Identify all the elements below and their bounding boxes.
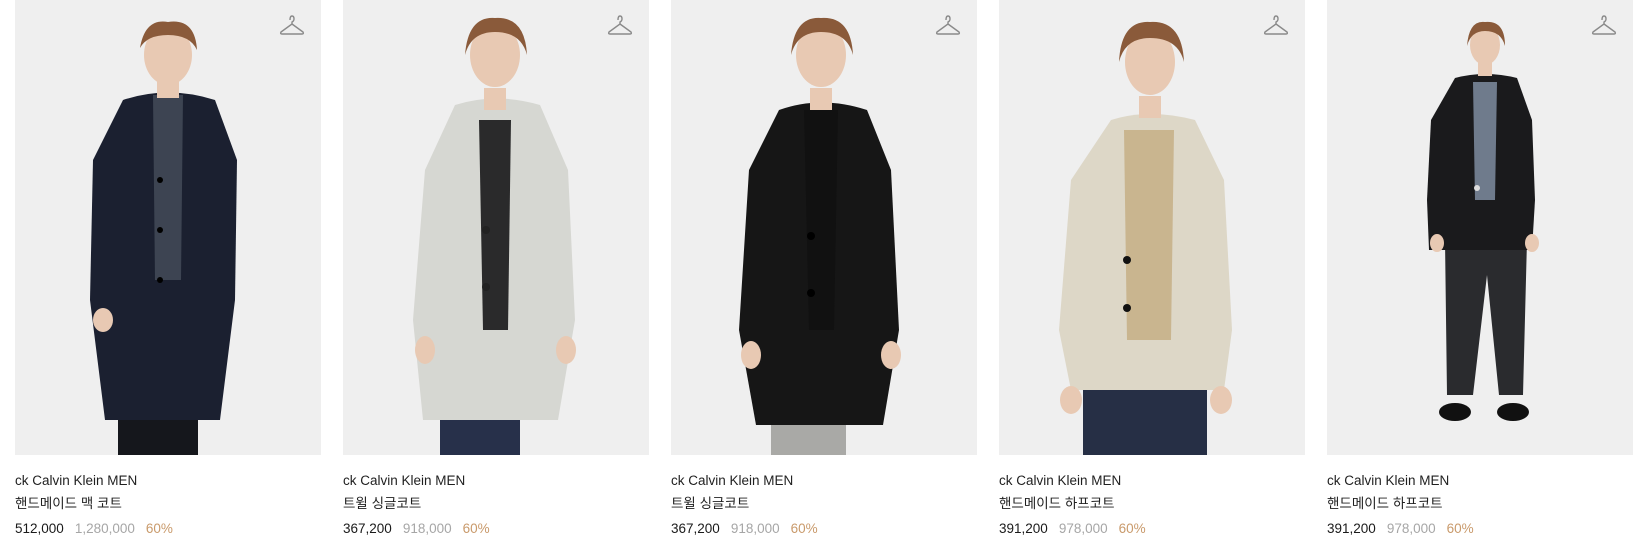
product-brand[interactable]: ck Calvin Klein MEN <box>999 473 1305 489</box>
product-image[interactable] <box>15 0 321 455</box>
product-info: ck Calvin Klein MEN 트윌 싱글코트 367,200 918,… <box>343 455 649 537</box>
product-card[interactable]: ck Calvin Klein MEN 트윌 싱글코트 367,200 918,… <box>343 0 649 537</box>
product-info: ck Calvin Klein MEN 트윌 싱글코트 367,200 918,… <box>671 455 977 537</box>
product-name[interactable]: 트윌 싱글코트 <box>671 496 977 512</box>
product-info: ck Calvin Klein MEN 핸드메이드 맥 코트 512,000 1… <box>15 455 321 537</box>
product-image[interactable] <box>1327 0 1633 455</box>
sale-price: 367,200 <box>343 521 392 536</box>
hanger-icon[interactable] <box>935 14 961 38</box>
price-row: 512,000 1,280,000 60% <box>15 521 321 537</box>
product-brand[interactable]: ck Calvin Klein MEN <box>15 473 321 489</box>
sale-price: 391,200 <box>999 521 1048 536</box>
sale-price: 512,000 <box>15 521 64 536</box>
product-brand[interactable]: ck Calvin Klein MEN <box>1327 473 1633 489</box>
hanger-icon[interactable] <box>279 14 305 38</box>
sale-price: 391,200 <box>1327 521 1376 536</box>
product-name[interactable]: 핸드메이드 하프코트 <box>999 496 1305 512</box>
model-photo <box>15 0 321 455</box>
price-row: 391,200 978,000 60% <box>999 521 1305 537</box>
original-price: 918,000 <box>402 521 452 536</box>
original-price: 978,000 <box>1386 521 1436 536</box>
product-image[interactable] <box>999 0 1305 455</box>
product-grid: ck Calvin Klein MEN 핸드메이드 맥 코트 512,000 1… <box>15 0 1633 537</box>
model-photo <box>1327 0 1633 455</box>
discount-rate: 60% <box>145 521 173 536</box>
product-name[interactable]: 핸드메이드 하프코트 <box>1327 496 1633 512</box>
price-row: 367,200 918,000 60% <box>343 521 649 537</box>
product-name[interactable]: 트윌 싱글코트 <box>343 496 649 512</box>
product-info: ck Calvin Klein MEN 핸드메이드 하프코트 391,200 9… <box>999 455 1305 537</box>
hanger-icon[interactable] <box>607 14 633 38</box>
model-photo <box>343 0 649 455</box>
model-photo <box>671 0 977 455</box>
discount-rate: 60% <box>462 521 490 536</box>
original-price: 1,280,000 <box>74 521 135 536</box>
price-row: 367,200 918,000 60% <box>671 521 977 537</box>
original-price: 978,000 <box>1058 521 1108 536</box>
product-card[interactable]: ck Calvin Klein MEN 핸드메이드 맥 코트 512,000 1… <box>15 0 321 537</box>
product-image[interactable] <box>343 0 649 455</box>
product-name[interactable]: 핸드메이드 맥 코트 <box>15 496 321 512</box>
product-brand[interactable]: ck Calvin Klein MEN <box>671 473 977 489</box>
discount-rate: 60% <box>790 521 818 536</box>
hanger-icon[interactable] <box>1591 14 1617 38</box>
price-row: 391,200 978,000 60% <box>1327 521 1633 537</box>
sale-price: 367,200 <box>671 521 720 536</box>
discount-rate: 60% <box>1446 521 1474 536</box>
model-photo <box>999 0 1305 455</box>
discount-rate: 60% <box>1118 521 1146 536</box>
hanger-icon[interactable] <box>1263 14 1289 38</box>
product-brand[interactable]: ck Calvin Klein MEN <box>343 473 649 489</box>
product-card[interactable]: ck Calvin Klein MEN 트윌 싱글코트 367,200 918,… <box>671 0 977 537</box>
product-image[interactable] <box>671 0 977 455</box>
product-info: ck Calvin Klein MEN 핸드메이드 하프코트 391,200 9… <box>1327 455 1633 537</box>
original-price: 918,000 <box>730 521 780 536</box>
product-card[interactable]: ck Calvin Klein MEN 핸드메이드 하프코트 391,200 9… <box>999 0 1305 537</box>
product-card[interactable]: ck Calvin Klein MEN 핸드메이드 하프코트 391,200 9… <box>1327 0 1633 537</box>
